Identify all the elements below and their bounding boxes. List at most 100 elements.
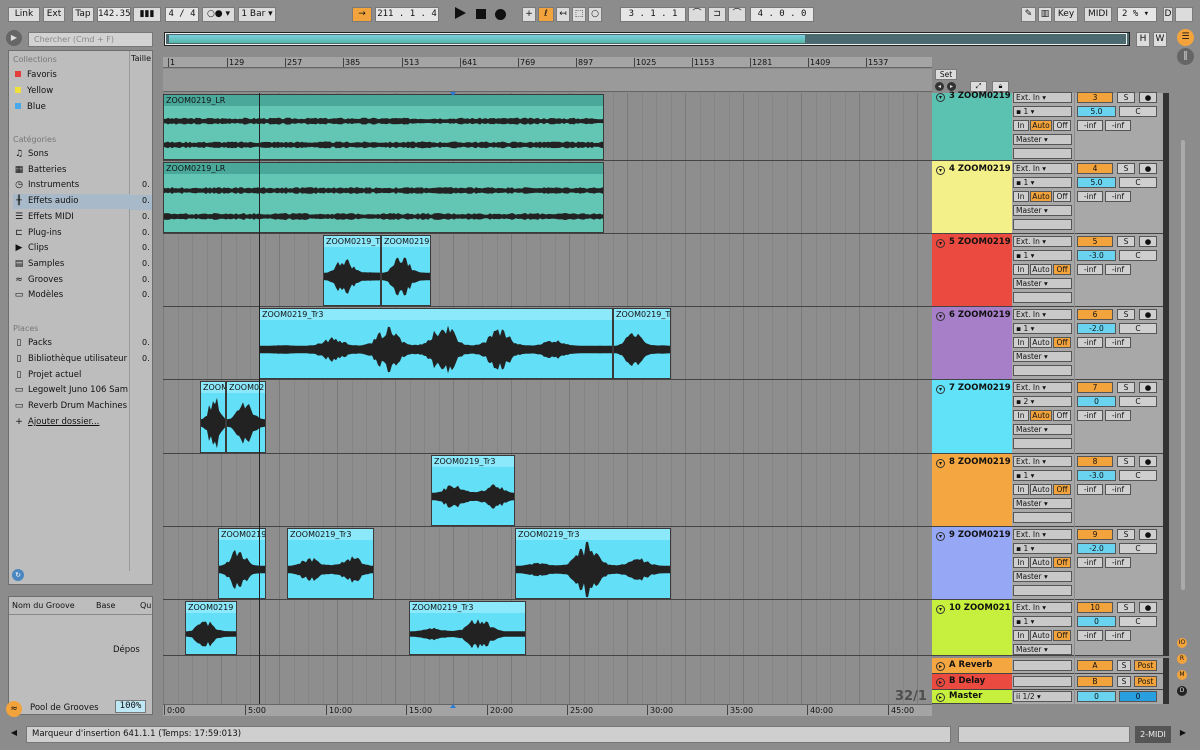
input-channel-select[interactable]: ▪ 1 ▾ bbox=[1013, 250, 1072, 261]
track-fold-icon[interactable]: ▾ bbox=[936, 459, 945, 468]
arm-button[interactable]: ● bbox=[1139, 602, 1157, 613]
place-item[interactable]: ▯ Bibliothèque utilisateur bbox=[13, 352, 131, 367]
send-a-field[interactable]: -inf bbox=[1077, 191, 1103, 202]
pan-field[interactable]: C bbox=[1119, 543, 1157, 554]
arrangement-position[interactable]: 211 . 1 . 4 bbox=[375, 7, 439, 22]
track-fold-icon[interactable]: ▾ bbox=[936, 385, 945, 394]
solo-button[interactable]: S bbox=[1117, 382, 1135, 393]
track-fold-icon[interactable]: ▾ bbox=[936, 532, 945, 541]
audio-clip[interactable]: ZOOM bbox=[200, 381, 226, 453]
tempo-field[interactable]: 142.35 bbox=[97, 7, 131, 22]
track-activator[interactable]: 3 bbox=[1077, 92, 1113, 103]
track-activator[interactable]: 8 bbox=[1077, 456, 1113, 467]
overdub-button[interactable]: + bbox=[522, 7, 536, 22]
output-channel-select[interactable] bbox=[1013, 292, 1072, 303]
groove-amount-field[interactable]: 100% bbox=[115, 700, 146, 713]
category-item[interactable]: ╫ Effets audio bbox=[13, 194, 131, 210]
volume-field[interactable]: 5.0 bbox=[1077, 177, 1116, 188]
audio-clip[interactable]: ZOOM0219_Tr3 bbox=[409, 601, 526, 655]
track-fold-icon[interactable]: ▾ bbox=[936, 93, 945, 102]
locator-next-icon[interactable]: ▸ bbox=[947, 82, 956, 91]
arrangement-overview[interactable] bbox=[164, 32, 1130, 46]
track-header[interactable]: ▾ 5 ZOOM0219 bbox=[932, 234, 1012, 307]
output-select[interactable]: Master ▾ bbox=[1013, 351, 1072, 362]
arrangement-view-icon[interactable]: ☰ bbox=[1177, 29, 1194, 46]
arm-button[interactable]: ● bbox=[1139, 163, 1157, 174]
monitor-auto-button[interactable]: Auto bbox=[1030, 630, 1052, 641]
returns-section-icon[interactable]: R bbox=[1177, 654, 1187, 664]
track-fold-icon[interactable]: ▾ bbox=[936, 605, 945, 614]
track-fold-icon[interactable]: ▾ bbox=[936, 166, 945, 175]
input-type-select[interactable]: Ext. In ▾ bbox=[1013, 236, 1072, 247]
output-select[interactable]: Master ▾ bbox=[1013, 424, 1072, 435]
output-select[interactable]: Master ▾ bbox=[1013, 644, 1072, 655]
input-type-select[interactable]: Ext. In ▾ bbox=[1013, 529, 1072, 540]
track-lane[interactable] bbox=[163, 600, 932, 656]
output-select[interactable]: Master ▾ bbox=[1013, 278, 1072, 289]
track-activator[interactable]: 7 bbox=[1077, 382, 1113, 393]
category-item[interactable]: ▶ Clips bbox=[13, 241, 131, 256]
input-channel-select[interactable]: ▪ 1 ▾ bbox=[1013, 470, 1072, 481]
send-b-field[interactable]: -inf bbox=[1105, 484, 1131, 495]
volume-field[interactable]: -2.0 bbox=[1077, 323, 1116, 334]
height-toggle-button[interactable]: H bbox=[1136, 32, 1150, 47]
punch-out-button[interactable]: ⌒ bbox=[728, 7, 746, 22]
solo-button[interactable]: S bbox=[1117, 456, 1135, 467]
track-fold-icon[interactable]: ▾ bbox=[936, 312, 945, 321]
volume-field[interactable]: 5.0 bbox=[1077, 106, 1116, 117]
pan-field[interactable]: C bbox=[1119, 323, 1157, 334]
master-volume-field[interactable]: 0 bbox=[1077, 691, 1116, 702]
return-post-button[interactable]: Post bbox=[1134, 676, 1157, 687]
collection-item[interactable]: Yellow bbox=[13, 84, 131, 99]
monitor-auto-button[interactable]: Auto bbox=[1030, 557, 1052, 568]
volume-field[interactable]: 0 bbox=[1077, 616, 1116, 627]
send-a-field[interactable]: -inf bbox=[1077, 337, 1103, 348]
track-lane[interactable] bbox=[163, 234, 932, 307]
delay-section-icon[interactable]: D bbox=[1177, 686, 1187, 696]
solo-button[interactable]: S bbox=[1117, 309, 1135, 320]
draw-mode-button[interactable]: ✎ bbox=[1021, 7, 1036, 22]
midi-map-button[interactable]: MIDI bbox=[1084, 7, 1112, 22]
track-activator[interactable]: 6 bbox=[1077, 309, 1113, 320]
ext-sync-button[interactable]: Ext bbox=[43, 7, 65, 22]
loop-button[interactable]: ⊐ bbox=[708, 7, 726, 22]
pan-field[interactable]: C bbox=[1119, 470, 1157, 481]
pan-field[interactable]: C bbox=[1119, 106, 1157, 117]
track-header[interactable]: ▾ 4 ZOOM0219 bbox=[932, 161, 1012, 234]
input-type-select[interactable]: Ext. In ▾ bbox=[1013, 309, 1072, 320]
solo-button[interactable]: S bbox=[1117, 529, 1135, 540]
input-channel-select[interactable]: ▪ 1 ▾ bbox=[1013, 543, 1072, 554]
record-icon[interactable] bbox=[495, 9, 506, 20]
monitor-off-button[interactable]: Off bbox=[1053, 264, 1071, 275]
input-type-select[interactable]: Ext. In ▾ bbox=[1013, 456, 1072, 467]
width-toggle-button[interactable]: W bbox=[1153, 32, 1167, 47]
track-lane[interactable] bbox=[163, 380, 932, 454]
pan-field[interactable]: C bbox=[1119, 177, 1157, 188]
key-map-button[interactable]: Key bbox=[1054, 7, 1078, 22]
send-b-field[interactable]: -inf bbox=[1105, 191, 1131, 202]
monitor-in-button[interactable]: In bbox=[1013, 264, 1029, 275]
send-a-field[interactable]: -inf bbox=[1077, 557, 1103, 568]
track-header[interactable]: ▾ 9 ZOOM0219 bbox=[932, 527, 1012, 600]
collection-item[interactable]: Blue bbox=[13, 100, 131, 115]
stop-icon[interactable] bbox=[476, 9, 486, 19]
groove-pool-toggle-icon[interactable]: ≈ bbox=[6, 701, 22, 717]
output-select[interactable]: Master ▾ bbox=[1013, 571, 1072, 582]
session-view-icon[interactable]: ‖ bbox=[1177, 48, 1194, 65]
monitor-in-button[interactable]: In bbox=[1013, 557, 1029, 568]
monitor-in-button[interactable]: In bbox=[1013, 630, 1029, 641]
loop-length-field[interactable]: 4 . 0 . 0 bbox=[750, 7, 814, 22]
return-fold-icon[interactable]: ▸ bbox=[936, 678, 945, 687]
audio-clip[interactable]: ZOOM0219_LR bbox=[163, 94, 604, 160]
audio-clip[interactable]: ZOOM0219_Tr3 bbox=[259, 308, 613, 379]
link-button[interactable]: Link bbox=[8, 7, 40, 22]
follow-button[interactable]: → bbox=[352, 7, 372, 22]
solo-button[interactable]: S bbox=[1117, 92, 1135, 103]
quantization-select[interactable]: 1 Bar ▾ bbox=[238, 7, 276, 22]
arm-button[interactable]: ● bbox=[1139, 236, 1157, 247]
volume-field[interactable]: -3.0 bbox=[1077, 470, 1116, 481]
master-pan-field[interactable]: 0 bbox=[1119, 691, 1157, 702]
monitor-off-button[interactable]: Off bbox=[1053, 120, 1071, 131]
punch-in-button[interactable]: ⌒ bbox=[688, 7, 706, 22]
category-item[interactable]: ▭ Modèles bbox=[13, 288, 131, 303]
